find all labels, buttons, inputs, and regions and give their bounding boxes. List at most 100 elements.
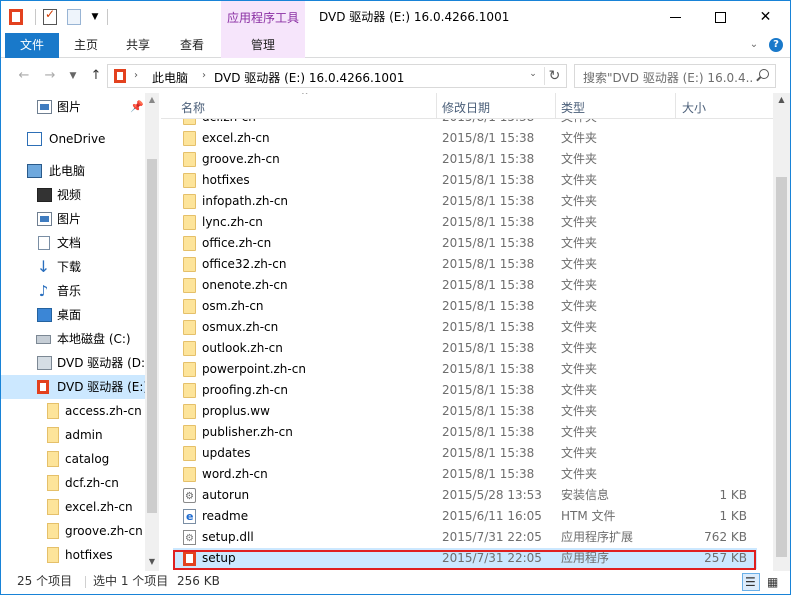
- title-bar: ▼ 应用程序工具 DVD 驱动器 (E:) 16.0.4266.1001 ✕: [1, 1, 790, 33]
- search-icon[interactable]: [755, 69, 769, 83]
- file-row[interactable]: onenote.zh-cn 2015/8/1 15:38 文件夹: [173, 275, 757, 296]
- file-row[interactable]: setup.dll 2015/7/31 22:05 应用程序扩展 762 KB: [173, 527, 757, 549]
- help-icon[interactable]: ?: [769, 38, 783, 52]
- close-button[interactable]: ✕: [743, 1, 788, 33]
- column-type[interactable]: 类型: [561, 93, 671, 119]
- file-row[interactable]: excel.zh-cn 2015/8/1 15:38 文件夹: [173, 128, 757, 149]
- file-row[interactable]: lync.zh-cn 2015/8/1 15:38 文件夹: [173, 212, 757, 233]
- details-view-icon[interactable]: [742, 572, 760, 593]
- breadcrumb-chevron-icon[interactable]: ›: [134, 70, 138, 81]
- nav-item-this-pc[interactable]: 此电脑: [1, 159, 145, 183]
- tab-file[interactable]: 文件: [5, 33, 59, 58]
- minimize-icon: [670, 16, 681, 18]
- nav-item-pictures[interactable]: 图片: [1, 207, 145, 231]
- quick-access-dropdown-icon[interactable]: ▼: [89, 7, 101, 27]
- downloads-icon: ↓: [36, 257, 51, 276]
- status-divider: [85, 576, 86, 588]
- scroll-down-icon[interactable]: ▼: [145, 557, 159, 566]
- nav-pane-scrollbar[interactable]: ▲ ▼: [145, 93, 159, 571]
- nav-item-pictures-quick[interactable]: 图片 📌: [1, 95, 145, 119]
- nav-item-desktop[interactable]: 桌面: [1, 303, 145, 327]
- file-row[interactable]: powerpoint.zh-cn 2015/8/1 15:38 文件夹: [173, 359, 757, 380]
- properties-icon[interactable]: [43, 7, 63, 27]
- minimize-button[interactable]: [653, 1, 698, 33]
- up-arrow-icon[interactable]: ↑: [87, 67, 105, 85]
- file-row[interactable]: groove.zh-cn 2015/8/1 15:38 文件夹: [173, 149, 757, 170]
- nav-item-dvd-drive-e[interactable]: DVD 驱动器 (E:): [1, 375, 145, 399]
- folder-icon: [47, 547, 59, 563]
- scroll-up-icon[interactable]: ▲: [145, 95, 159, 104]
- tab-home[interactable]: 主页: [63, 33, 109, 58]
- address-bar[interactable]: › 此电脑 › DVD 驱动器 (E:) 16.0.4266.1001 ⌄ ↻: [107, 64, 567, 88]
- file-row[interactable]: outlook.zh-cn 2015/8/1 15:38 文件夹: [173, 338, 757, 359]
- pin-icon[interactable]: 📌: [130, 95, 144, 119]
- address-dropdown-icon[interactable]: ⌄: [526, 69, 540, 79]
- nav-item-downloads[interactable]: ↓ 下载: [1, 255, 145, 279]
- file-row[interactable]: updates 2015/8/1 15:38 文件夹: [173, 443, 757, 464]
- file-date-modified: 2015/7/31 22:05: [442, 530, 542, 544]
- nav-item-local-disk-c[interactable]: 本地磁盘 (C:): [1, 327, 145, 351]
- column-divider[interactable]: [675, 93, 676, 119]
- dvd-drive-icon: [37, 356, 52, 370]
- nav-item-dvd-drive-d[interactable]: DVD 驱动器 (D:: [1, 351, 145, 375]
- file-row[interactable]: office.zh-cn 2015/8/1 15:38 文件夹: [173, 233, 757, 254]
- breadcrumb-chevron-icon[interactable]: ›: [202, 70, 206, 81]
- recent-locations-dropdown-icon[interactable]: ▼: [67, 67, 79, 85]
- dll-file-icon: [183, 528, 196, 549]
- new-folder-icon[interactable]: [67, 7, 87, 27]
- file-row[interactable]: office32.zh-cn 2015/8/1 15:38 文件夹: [173, 254, 757, 275]
- file-row[interactable]: hotfixes 2015/8/1 15:38 文件夹: [173, 170, 757, 191]
- column-size[interactable]: 大小: [682, 93, 762, 119]
- search-box[interactable]: 搜索"DVD 驱动器 (E:) 16.0.4...: [574, 64, 776, 88]
- office-app-icon[interactable]: [9, 7, 27, 27]
- file-row[interactable]: proplus.ww 2015/8/1 15:38 文件夹: [173, 401, 757, 422]
- office-dvd-icon: [114, 69, 126, 83]
- file-row[interactable]: osmux.zh-cn 2015/8/1 15:38 文件夹: [173, 317, 757, 338]
- breadcrumb-this-pc[interactable]: 此电脑: [152, 69, 188, 86]
- file-date-modified: 2015/8/1 15:38: [442, 257, 535, 271]
- scrollbar-thumb[interactable]: [776, 177, 787, 557]
- tab-view[interactable]: 查看: [169, 33, 215, 58]
- expand-ribbon-icon[interactable]: ⌄: [747, 38, 761, 52]
- nav-item-documents[interactable]: 文档: [1, 231, 145, 255]
- file-row[interactable]: proofing.zh-cn 2015/8/1 15:38 文件夹: [173, 380, 757, 401]
- nav-item-folder-excel[interactable]: excel.zh-cn: [1, 495, 145, 519]
- tab-manage[interactable]: 管理: [221, 33, 305, 58]
- nav-item-onedrive[interactable]: OneDrive: [1, 127, 145, 151]
- file-row[interactable]: publisher.zh-cn 2015/8/1 15:38 文件夹: [173, 422, 757, 443]
- maximize-button[interactable]: [698, 1, 743, 33]
- nav-item-videos[interactable]: 视频: [1, 183, 145, 207]
- file-row[interactable]: autorun 2015/5/28 13:53 安装信息 1 KB: [173, 485, 757, 507]
- file-row[interactable]: osm.zh-cn 2015/8/1 15:38 文件夹: [173, 296, 757, 317]
- back-arrow-icon[interactable]: ←: [15, 67, 33, 85]
- column-date-modified[interactable]: 修改日期: [442, 93, 552, 119]
- file-type: 文件夹: [561, 152, 598, 166]
- scroll-up-icon[interactable]: ▲: [773, 95, 790, 104]
- file-row[interactable]: setup 2015/7/31 22:05 应用程序 257 KB: [173, 548, 757, 569]
- tab-share[interactable]: 共享: [115, 33, 161, 58]
- breadcrumb-dvd-drive[interactable]: DVD 驱动器 (E:) 16.0.4266.1001: [214, 69, 404, 86]
- scrollbar-thumb[interactable]: [147, 159, 157, 513]
- nav-item-folder-catalog[interactable]: catalog: [1, 447, 145, 471]
- nav-item-music[interactable]: ♪ 音乐: [1, 279, 145, 303]
- forward-arrow-icon[interactable]: →: [41, 67, 59, 85]
- file-name: hotfixes: [202, 173, 250, 187]
- file-list-scrollbar[interactable]: ▲: [773, 93, 790, 571]
- column-divider[interactable]: [555, 93, 556, 119]
- file-row[interactable]: infopath.zh-cn 2015/8/1 15:38 文件夹: [173, 191, 757, 212]
- search-input[interactable]: 搜索"DVD 驱动器 (E:) 16.0.4...: [583, 69, 753, 86]
- nav-item-folder-groove[interactable]: groove.zh-cn: [1, 519, 145, 543]
- refresh-icon[interactable]: ↻: [544, 67, 564, 85]
- nav-item-folder-hotfixes[interactable]: hotfixes: [1, 543, 145, 567]
- nav-item-folder-dcf[interactable]: dcf.zh-cn: [1, 471, 145, 495]
- file-row[interactable]: readme 2015/6/11 16:05 HTM 文件 1 KB: [173, 506, 757, 527]
- file-row[interactable]: word.zh-cn 2015/8/1 15:38 文件夹: [173, 464, 757, 485]
- nav-item-folder-access[interactable]: access.zh-cn: [1, 399, 145, 423]
- nav-item-folder-admin[interactable]: admin: [1, 423, 145, 447]
- file-date-modified: 2015/8/1 15:38: [442, 173, 535, 187]
- large-icons-view-icon[interactable]: [764, 572, 782, 593]
- file-name: groove.zh-cn: [202, 152, 280, 166]
- column-divider[interactable]: [436, 93, 437, 119]
- file-name: word.zh-cn: [202, 467, 268, 481]
- file-rows: dcf.zh-cn 2015/8/1 15:38 文件夹 excel.zh-cn 201…: [161, 119, 773, 571]
